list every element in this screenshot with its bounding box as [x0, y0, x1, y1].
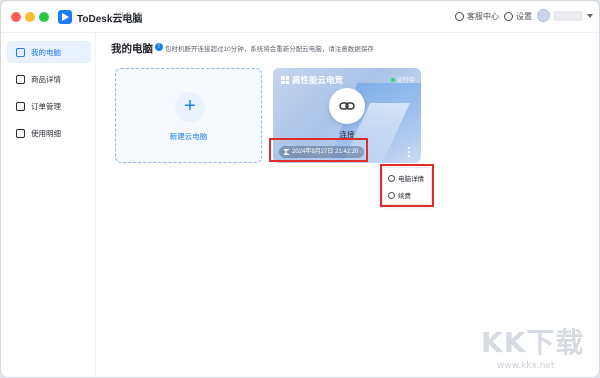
app-window: ToDesk云电脑 V1.0.2.2 客服中心 设置 我的电脑 商品详情 订单管…	[0, 0, 600, 378]
clipboard-icon	[16, 74, 25, 84]
settings-label: 设置	[516, 12, 532, 21]
connect-button[interactable]	[329, 88, 365, 124]
close-window-button[interactable]	[11, 12, 21, 22]
minimize-window-button[interactable]	[25, 12, 35, 22]
maximize-window-button[interactable]	[39, 12, 49, 22]
sidebar-item-label: 使用明细	[31, 128, 61, 138]
headset-icon	[455, 12, 464, 21]
list-icon	[16, 128, 25, 138]
bag-icon	[16, 101, 25, 111]
user-name-redacted	[553, 11, 583, 21]
sidebar: 我的电脑 商品详情 订单管理 使用明细	[1, 33, 96, 377]
windows-icon	[281, 76, 289, 84]
title-bar: ToDesk云电脑 V1.0.2.2 客服中心 设置	[1, 1, 599, 33]
new-cloud-pc-card[interactable]: + 新建云电脑	[115, 68, 262, 163]
new-cloud-pc-label: 新建云电脑	[169, 132, 208, 141]
avatar[interactable]	[537, 9, 550, 22]
support-center-label: 客服中心	[467, 12, 499, 21]
highlight-box-menu	[380, 164, 434, 207]
cloud-pc-title: 高性能云电竞	[292, 75, 344, 85]
app-version: V1.0.2.2	[116, 12, 143, 19]
notice-text: 包时机断开连接超过10分钟，系统将会重新分配云电脑，请注意数据保存	[165, 46, 374, 53]
link-icon	[339, 102, 355, 110]
status-label: 运行中	[396, 78, 415, 84]
sidebar-item-usage[interactable]: 使用明细	[7, 122, 91, 144]
watermark-url: www.kkx.net	[497, 361, 555, 371]
sidebar-item-orders[interactable]: 订单管理	[7, 95, 91, 117]
plus-icon: +	[175, 92, 205, 122]
sidebar-item-label: 订单管理	[31, 101, 61, 111]
sidebar-item-my-computer[interactable]: 我的电脑	[7, 41, 91, 63]
status-dot-icon	[390, 77, 395, 82]
more-options-button[interactable]	[406, 146, 412, 158]
watermark-logo: KK下载	[481, 326, 585, 359]
cloud-icon	[16, 47, 25, 57]
support-center-link[interactable]: 客服中心	[455, 11, 499, 22]
sidebar-item-label: 我的电脑	[31, 47, 61, 57]
highlight-box-expire	[269, 138, 368, 162]
info-icon: !	[155, 43, 163, 51]
page-title: 我的电脑	[111, 43, 153, 55]
settings-link[interactable]: 设置	[504, 11, 532, 22]
status-badge: 运行中	[390, 75, 415, 84]
todesk-logo-icon	[58, 10, 72, 24]
sidebar-item-label: 商品详情	[31, 74, 61, 84]
sidebar-item-product-details[interactable]: 商品详情	[7, 68, 91, 90]
chevron-down-icon[interactable]	[587, 14, 593, 18]
gear-icon	[504, 12, 513, 21]
